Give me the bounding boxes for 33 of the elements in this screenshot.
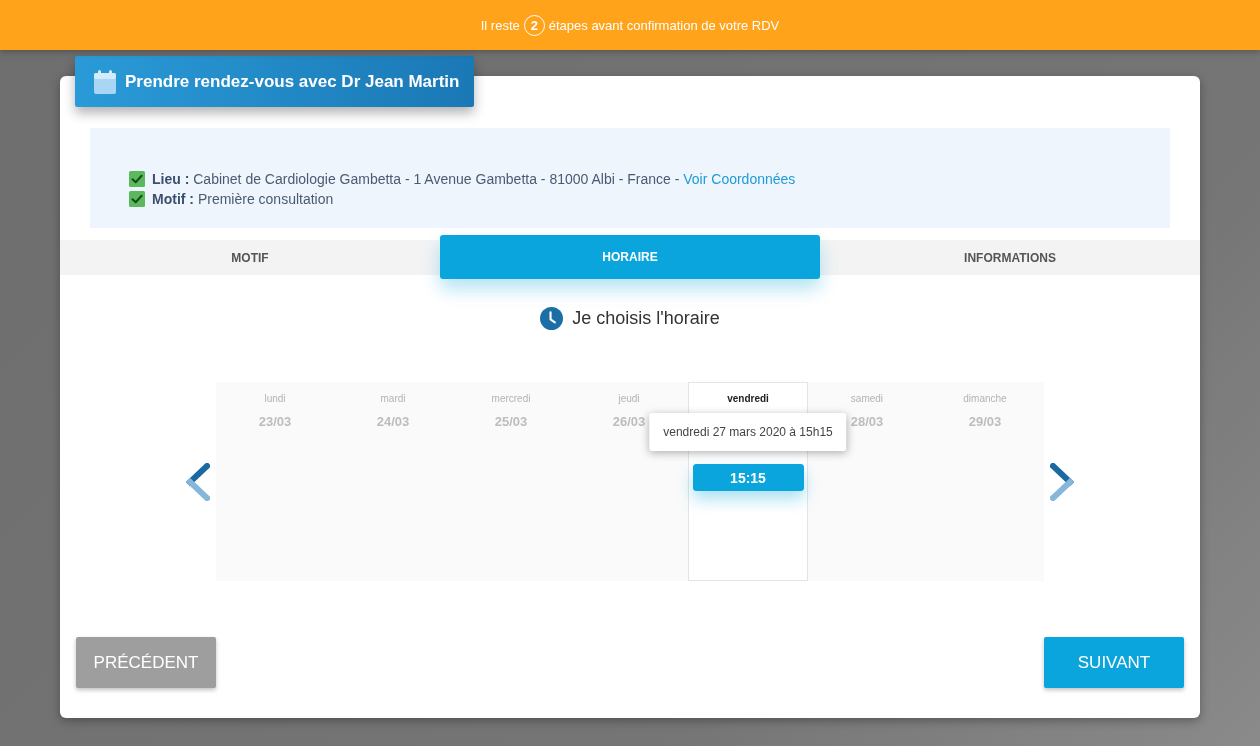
coordinates-link[interactable]: Voir Coordonnées: [683, 171, 796, 187]
chevron-right-icon: [1050, 462, 1074, 501]
day-date: 26/03: [612, 414, 646, 429]
banner-text: Il reste: [480, 17, 520, 33]
day-name: jeudi: [618, 393, 640, 405]
clock-icon: [540, 306, 564, 330]
section-title: Je choisis l'horaire: [572, 307, 720, 329]
day-date: 24/03: [376, 414, 410, 429]
chevron-left-icon: [186, 462, 210, 501]
day-name: mardi: [380, 393, 406, 405]
tooltip: vendredi 27 mars 2020 à 15h15: [649, 413, 847, 451]
previous-week-button[interactable]: [186, 462, 210, 501]
time-slot[interactable]: 15:15: [692, 464, 804, 491]
day-date: 23/03: [258, 414, 292, 429]
card-title: Prendre rendez-vous avec Dr Jean Martin: [125, 71, 460, 92]
day-name: vendredi: [727, 393, 769, 405]
day-name: samedi: [850, 393, 884, 405]
step-tab[interactable]: HORAIRE: [440, 235, 820, 279]
step-tab[interactable]: INFORMATIONS: [820, 240, 1200, 275]
day-date: 25/03: [494, 414, 528, 429]
banner-text: étapes avant confirmation de votre RDV: [548, 17, 780, 33]
day-date: 28/03: [850, 414, 884, 429]
day-name: lundi: [264, 393, 286, 405]
previous-button[interactable]: PRÉCÉDENT: [76, 637, 216, 688]
step-tab[interactable]: MOTIF: [60, 240, 440, 275]
next-button[interactable]: SUIVANT: [1044, 637, 1184, 688]
calendar-icon: [94, 69, 116, 94]
summary-text: Motif : Première consultation: [152, 191, 334, 207]
day-name: dimanche: [963, 393, 1007, 405]
day-name: mercredi: [491, 393, 531, 405]
day-date: 29/03: [968, 414, 1002, 429]
next-week-button[interactable]: [1050, 462, 1074, 501]
summary-text: Lieu : Cabinet de Cardiologie Gambetta - 1 Avenue Gambetta - 81000 Albi - France - Voir Coordonnées: [152, 171, 796, 187]
